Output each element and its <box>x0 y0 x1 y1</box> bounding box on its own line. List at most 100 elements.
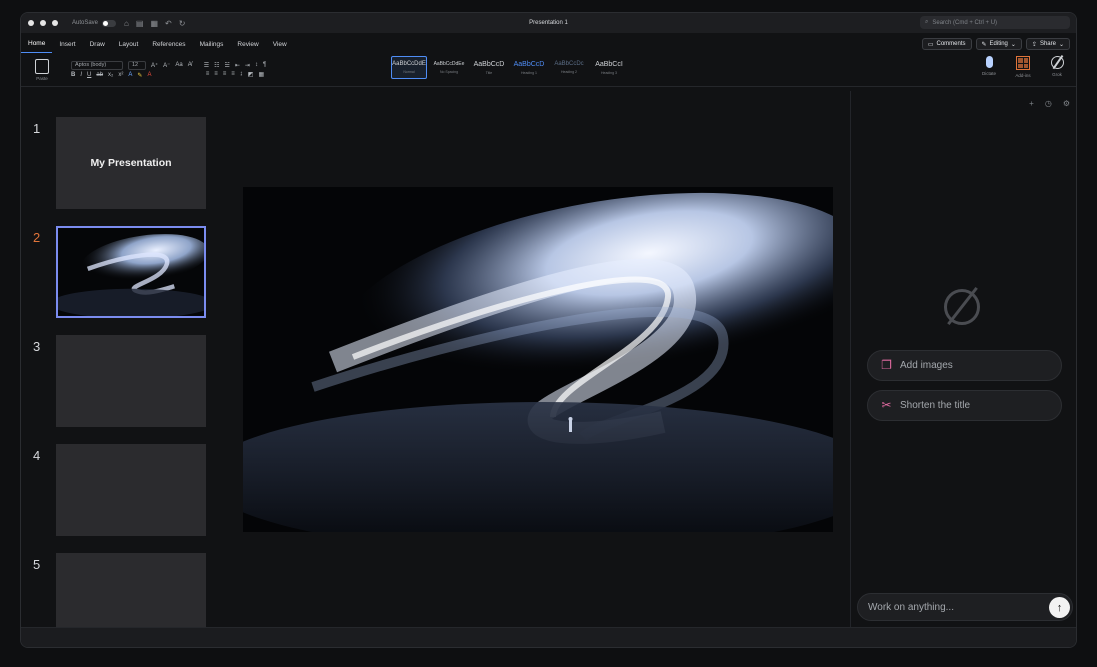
superscript-icon[interactable]: x² <box>118 72 123 78</box>
slide-thumbnail-title: My Presentation <box>90 157 172 169</box>
send-button[interactable]: ↑ <box>1049 597 1070 618</box>
grok-button[interactable]: Grok <box>1044 56 1070 78</box>
print-icon[interactable]: ▦ <box>150 19 158 28</box>
underline-icon[interactable]: U <box>87 72 91 78</box>
share-label: Share <box>1039 41 1056 47</box>
slide-thumbnail-row: 3 <box>21 333 221 427</box>
numbering-icon[interactable]: ☷ <box>214 62 219 69</box>
shrink-font-icon[interactable]: A⁻ <box>163 62 170 69</box>
slide-thumbnail-3[interactable] <box>56 335 206 427</box>
style-heading-3[interactable]: AaBbCcI Heading 3 <box>591 56 627 79</box>
editing-mode-button[interactable]: ✎ Editing ⌄ <box>975 38 1022 50</box>
addins-label: Add-ins <box>1015 73 1031 78</box>
chat-placeholder: Work on anything... <box>868 601 954 613</box>
align-right-icon[interactable]: ≡ <box>223 71 227 77</box>
figure-silhouette <box>569 420 572 432</box>
scissors-icon: ✂ <box>881 398 892 412</box>
shading-icon[interactable]: ◩ <box>248 71 254 78</box>
text-effects-icon[interactable]: A <box>128 72 132 78</box>
align-center-icon[interactable]: ≡ <box>214 71 218 77</box>
style-name: No Spacing <box>439 70 459 74</box>
style-name: Title <box>485 70 493 75</box>
tab-mailings[interactable]: Mailings <box>193 35 231 53</box>
new-chat-icon[interactable]: + <box>1029 99 1034 108</box>
style-heading-1[interactable]: AaBbCcD Heading 1 <box>511 56 547 79</box>
grow-font-icon[interactable]: A⁺ <box>151 62 158 69</box>
pilcrow-icon[interactable]: ¶ <box>263 62 266 68</box>
settings-icon[interactable]: ⚙ <box>1063 99 1070 108</box>
galaxy-image[interactable] <box>243 187 833 532</box>
style-sample: AaBbCcI <box>595 60 623 68</box>
highlight-icon[interactable]: ✎ <box>137 72 142 79</box>
font-color-icon[interactable]: A <box>147 72 151 78</box>
autosave: AutoSave <box>72 19 117 27</box>
decrease-indent-icon[interactable]: ⇤ <box>235 62 240 69</box>
tab-view[interactable]: View <box>266 35 294 53</box>
slide-thumbnails-pane: 1 My Presentation 2 3 4 5 <box>21 88 221 645</box>
tab-insert[interactable]: Insert <box>52 35 82 53</box>
style-name: Heading 3 <box>601 70 617 75</box>
slide-canvas[interactable] <box>243 187 833 532</box>
multilevel-list-icon[interactable]: ☱ <box>224 62 229 69</box>
autosave-toggle[interactable] <box>102 19 117 27</box>
style-no-spacing[interactable]: AaBbCcDdEe No Spacing <box>431 56 467 79</box>
tab-home[interactable]: Home <box>21 35 53 53</box>
tab-references[interactable]: References <box>145 35 192 53</box>
justify-icon[interactable]: ≡ <box>231 71 235 77</box>
tab-layout[interactable]: Layout <box>112 35 146 53</box>
dictate-button[interactable]: Dictate <box>976 56 1002 78</box>
strikethrough-icon[interactable]: ab <box>96 72 103 78</box>
style-heading-2[interactable]: AaBbCcDc Heading 2 <box>551 56 587 79</box>
clear-formatting-icon[interactable]: A̸ <box>188 62 192 68</box>
ribbon-home: Paste Aptos (body) 12 A⁺ A⁻ Aa A̸ B I U … <box>21 53 1076 87</box>
addins-button[interactable]: Add-ins <box>1010 56 1036 78</box>
search-input[interactable]: ⌕ Search (Cmd + Ctrl + U) <box>920 16 1070 29</box>
history-icon[interactable]: ◷ <box>1045 99 1052 108</box>
bold-icon[interactable]: B <box>71 72 75 78</box>
copilot-panel: + ◷ ⚙ ❐ Add images ✂ Shorten the title W… <box>850 91 1076 647</box>
sort-icon[interactable]: ↕ <box>255 62 258 68</box>
paste-label: Paste <box>36 75 48 81</box>
zoom-window-button[interactable] <box>52 20 58 26</box>
chat-input[interactable]: Work on anything... ↑ <box>857 593 1073 621</box>
grok-label: Grok <box>1052 72 1062 77</box>
slide-thumbnail-2[interactable] <box>56 226 206 318</box>
suggestion-add-images[interactable]: ❐ Add images <box>867 350 1062 381</box>
pencil-icon: ✎ <box>981 41 987 48</box>
slide-number: 1 <box>33 121 41 136</box>
suggestion-label: Add images <box>900 360 953 371</box>
slide-thumbnail-4[interactable] <box>56 444 206 536</box>
chevron-down-icon: ⌄ <box>1058 41 1064 48</box>
italic-icon[interactable]: I <box>80 72 82 78</box>
tab-draw[interactable]: Draw <box>83 35 112 53</box>
line-spacing-icon[interactable]: ↨ <box>240 71 243 77</box>
font-name-select[interactable]: Aptos (body) <box>71 60 123 70</box>
status-bar <box>21 627 1076 647</box>
redo-icon[interactable]: ↻ <box>179 19 186 28</box>
bullets-icon[interactable]: ☰ <box>204 62 209 69</box>
slide-thumbnail-1[interactable]: My Presentation <box>56 117 206 209</box>
subscript-icon[interactable]: x₂ <box>108 72 113 78</box>
addins-icon <box>1016 56 1030 70</box>
suggestion-shorten-title[interactable]: ✂ Shorten the title <box>867 390 1062 421</box>
undo-icon[interactable]: ↶ <box>165 19 172 28</box>
change-case-icon[interactable]: Aa <box>175 62 182 68</box>
share-icon: ⇪ <box>1031 41 1037 48</box>
save-icon[interactable]: ▤ <box>136 19 144 28</box>
font-size-select[interactable]: 12 <box>128 60 146 70</box>
style-normal[interactable]: AaBbCcDdE Normal <box>391 56 427 79</box>
minimize-window-button[interactable] <box>40 20 46 26</box>
paste-button[interactable]: Paste <box>27 58 57 81</box>
home-icon[interactable]: ⌂ <box>124 19 129 28</box>
share-button[interactable]: ⇪ Share ⌄ <box>1025 38 1070 50</box>
increase-indent-icon[interactable]: ⇥ <box>245 62 250 69</box>
style-title[interactable]: AaBbCcD Title <box>471 56 507 79</box>
align-left-icon[interactable]: ≡ <box>206 71 210 77</box>
tab-review[interactable]: Review <box>230 35 265 53</box>
close-window-button[interactable] <box>28 20 34 26</box>
borders-icon[interactable]: ▦ <box>258 71 264 78</box>
editing-label: Editing <box>989 41 1008 47</box>
grok-logo-icon <box>944 289 980 325</box>
comments-label: Comments <box>936 41 966 47</box>
comments-button[interactable]: ▭ Comments <box>921 38 972 50</box>
